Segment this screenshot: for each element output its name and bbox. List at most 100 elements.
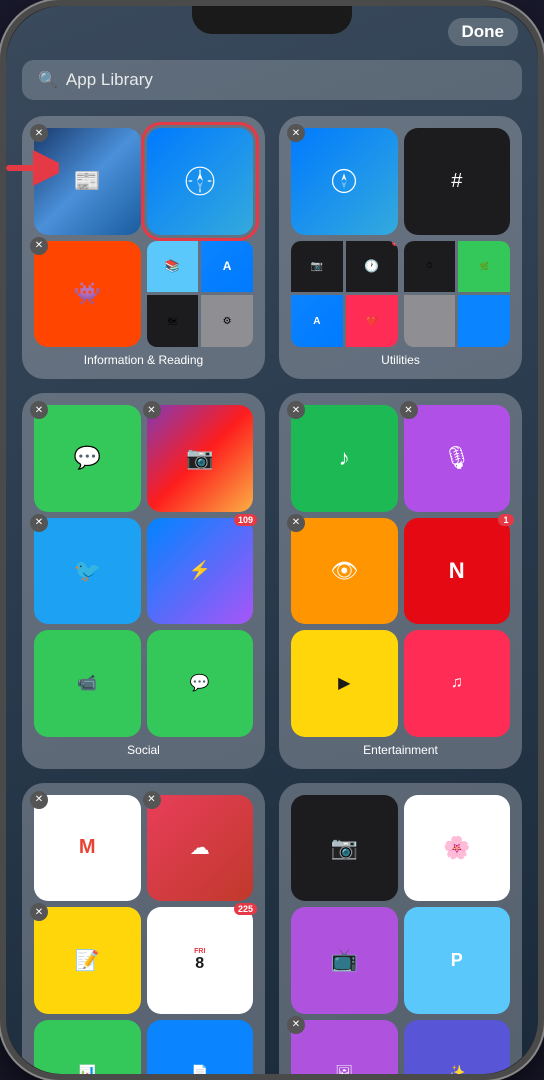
app-icon-safari[interactable] [147,128,254,235]
app-icon-gmail[interactable]: M [34,795,141,902]
social-bottom-row: 📹 💬 [34,630,253,737]
app-icon-plex[interactable]: ▶ [291,630,398,737]
folder-utilities[interactable]: ✕ # [279,116,522,379]
app-wrapper-crunchyroll: ✕ 👁 [291,518,398,625]
folder-creativity[interactable]: 📷 🌸 📺 [279,783,522,1075]
app-icon-calendar[interactable]: FRI 8 [147,907,254,1014]
app-icon-camera[interactable]: 📷 [291,795,398,902]
safari-compass-icon [185,166,215,196]
app-grid-creativity: 📷 🌸 📺 [291,795,510,1014]
mini-cell-2: A [201,241,253,293]
app-icon-crunchyroll[interactable]: 👁 [291,518,398,625]
notch [192,6,352,34]
close-icon[interactable]: ✕ [400,401,418,419]
app-wrapper-util-extra: ⏱ 🌿 [404,241,511,348]
done-button[interactable]: Done [448,18,519,46]
app-wrapper-sheets: 📊 [34,1020,141,1075]
folder-social[interactable]: ✕ 💬 ✕ 📷 ✕ [22,393,265,769]
mini-cell-c4: ❤️ [346,295,398,347]
entertainment-bottom: ▶ ♫ [291,630,510,737]
app-icon-docs[interactable]: 📄 [147,1020,254,1075]
app-icon-notes[interactable]: 📝 [34,907,141,1014]
close-icon[interactable]: ✕ [287,401,305,419]
app-icon-podcasts[interactable]: 🎙 [404,405,511,512]
app-icon-messenger[interactable]: ⚡ [147,518,254,625]
app-wrapper-messenger: 109 ⚡ [147,518,254,625]
mini-cell-e2: 🌿 [458,241,510,293]
app-icon-reddit[interactable]: 👾 [34,241,141,348]
app-icon-twitter[interactable]: 🐦 [34,518,141,625]
mini-grid-3: ⏱ 🌿 [404,241,511,348]
app-wrapper-plex: ▶ [291,630,398,737]
app-wrapper-messages: ✕ 💬 [34,405,141,512]
app-wrapper-spotify: ✕ ♪ [291,405,398,512]
folder-productivity[interactable]: ✕ M ✕ ☁ ✕ [22,783,265,1075]
app-icon-spotify[interactable]: ♪ [291,405,398,512]
app-icon-photo2[interactable]: 🖼 [291,1020,398,1075]
folder-label-social: Social [34,743,253,757]
app-wrapper-pizap: P [404,907,511,1014]
app-icon-facetime[interactable]: 📹 [34,630,141,737]
app-icon-netflix[interactable]: N [404,518,511,625]
messenger-badge: 109 [234,514,257,526]
app-grid: ✕ 📰 [34,128,253,347]
app-wrapper-facetime: 📹 [34,630,141,737]
app-wrapper-onedrive: ✕ ☁ [147,795,254,902]
close-icon[interactable]: ✕ [287,124,305,142]
app-icon-sheets[interactable]: 📊 [34,1020,141,1075]
close-icon[interactable]: ✕ [30,903,48,921]
safari-icon-small [331,168,357,194]
app-wrapper-calendar: 225 FRI 8 [147,907,254,1014]
phone-frame: Done 🔍 App Library [0,0,544,1080]
app-icon-extra2[interactable]: ✨ [404,1020,511,1075]
mini-cell-c1: 📷 [291,241,343,293]
close-icon[interactable]: ✕ [30,237,48,255]
app-wrapper-photo2: ✕ 🖼 [291,1020,398,1075]
app-icon-messages[interactable]: 💬 [34,405,141,512]
app-icon-calc[interactable]: # [404,128,511,235]
mini-cell-e1: ⏱ [404,241,456,293]
mini-grid-2: 📷 🕐 1 A ❤️ [291,241,398,348]
app-icon-photos[interactable]: 🌸 [404,795,511,902]
folder-info-reading[interactable]: ✕ 📰 [22,116,265,379]
app-icon-pizap[interactable]: P [404,907,511,1014]
app-icon-twitch[interactable]: 📺 [291,907,398,1014]
app-wrapper-gmail: ✕ M [34,795,141,902]
app-grid-entertainment: ✕ ♪ ✕ 🎙 ✕ [291,405,510,624]
mini-cell-e4 [458,295,510,347]
app-wrapper-safari-util: ✕ [291,128,398,235]
folder-label-entertainment: Entertainment [291,743,510,757]
red-arrow-icon [6,149,59,187]
search-icon: 🔍 [38,70,58,90]
app-wrapper-mini2: 📷 🕐 1 A ❤️ [291,241,398,348]
close-icon[interactable]: ✕ [287,514,305,532]
search-input[interactable]: App Library [66,70,153,90]
app-icon-onedrive[interactable]: ☁ [147,795,254,902]
productivity-bottom: 📊 📄 [34,1020,253,1075]
close-icon[interactable]: ✕ [30,514,48,532]
phone-screen: Done 🔍 App Library [6,6,538,1074]
folder-label-utilities: Utilities [291,353,510,367]
app-wrapper-music: ♫ [404,630,511,737]
app-wrapper-mini1: 📚 A 🗺 ⚙ [147,241,254,348]
app-wrapper-docs: 📄 [147,1020,254,1075]
app-icon-music[interactable]: ♫ [404,630,511,737]
close-icon[interactable]: ✕ [30,124,48,142]
close-icon[interactable]: ✕ [287,1016,305,1034]
search-bar[interactable]: 🔍 App Library [22,60,522,100]
app-icon-safari-util[interactable] [291,128,398,235]
mini-cell-4: ⚙ [201,295,253,347]
close-icon[interactable]: ✕ [143,791,161,809]
mini-cell-c3: A [291,295,343,347]
app-grid-social: ✕ 💬 ✕ 📷 ✕ [34,405,253,624]
app-wrapper-notes: ✕ 📝 [34,907,141,1014]
creativity-bottom: ✕ 🖼 ✨ [291,1020,510,1075]
app-icon-instagram[interactable]: 📷 [147,405,254,512]
folder-entertainment[interactable]: ✕ ♪ ✕ 🎙 ✕ [279,393,522,769]
close-icon[interactable]: ✕ [30,791,48,809]
close-icon[interactable]: ✕ [143,401,161,419]
app-icon-wechat[interactable]: 💬 [147,630,254,737]
netflix-badge: 1 [498,514,514,526]
close-icon[interactable]: ✕ [30,401,48,419]
app-wrapper-camera: 📷 [291,795,398,902]
